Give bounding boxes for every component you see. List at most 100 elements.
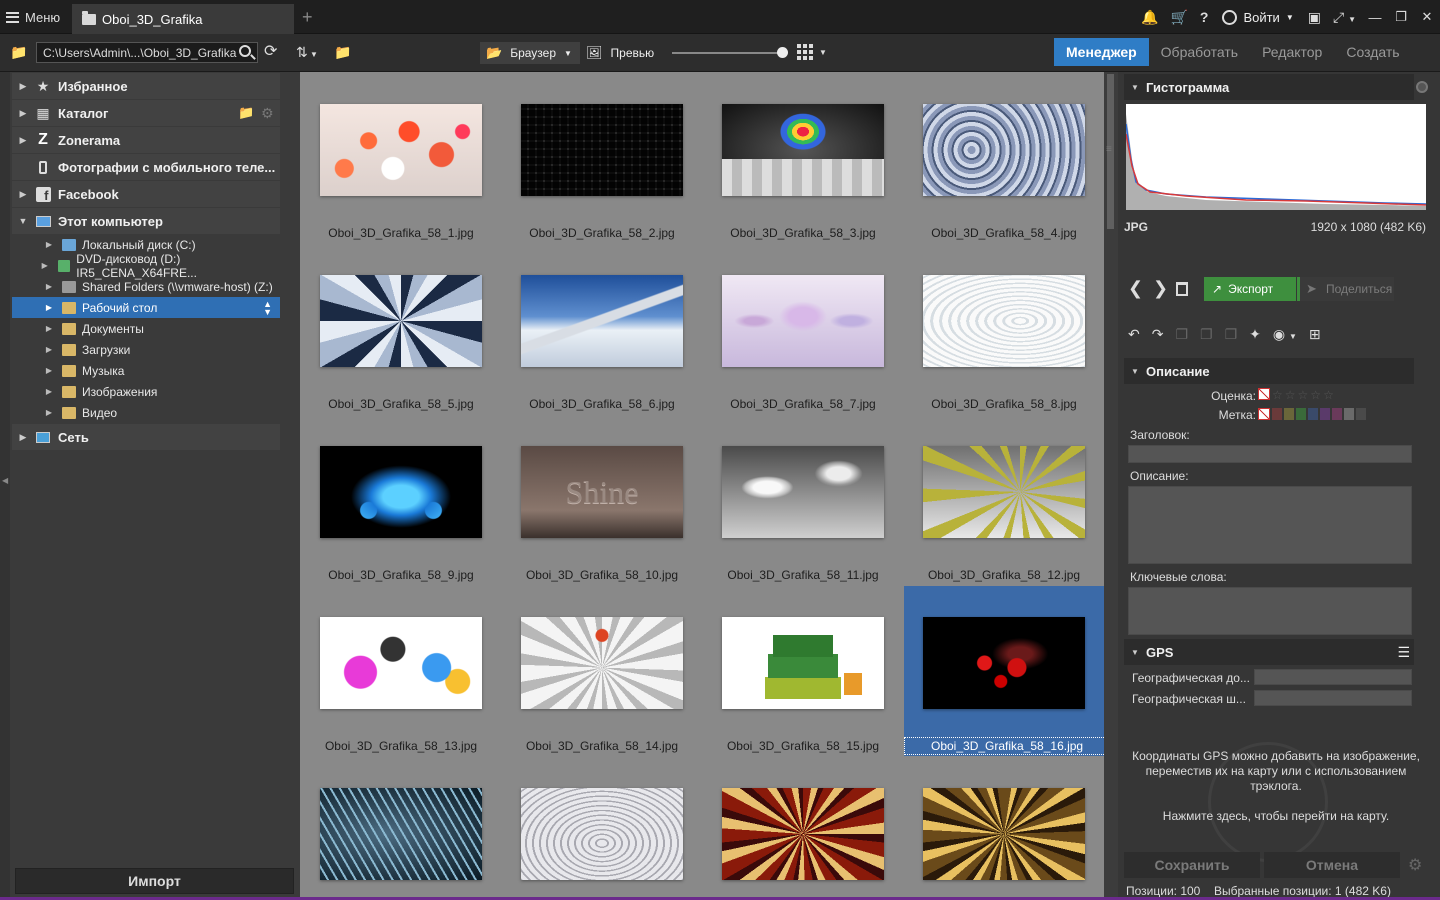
- thumbnail-image[interactable]: [923, 446, 1085, 538]
- thumbnail-item[interactable]: Oboi_3D_Grafika_58_1.jpg: [301, 88, 501, 259]
- expand-arrow-icon[interactable]: ▶: [12, 324, 62, 333]
- previous-icon[interactable]: ❮: [1128, 278, 1143, 299]
- tab-editor[interactable]: Редактор: [1250, 38, 1334, 66]
- sidebar-item-network[interactable]: ▶ Сеть: [12, 424, 280, 450]
- copy-icon[interactable]: ❐: [1175, 326, 1188, 346]
- thumbnail-size-slider[interactable]: [672, 52, 784, 54]
- tree-item-shared-folders[interactable]: ▶ Shared Folders (\\vmware-host) (Z:): [12, 276, 280, 297]
- compare-icon[interactable]: ❐: [1200, 326, 1213, 346]
- star-icon[interactable]: ☆: [1285, 388, 1296, 402]
- crop-icon[interactable]: ❐: [1225, 326, 1238, 346]
- label-dark[interactable]: [1356, 408, 1366, 420]
- thumbnail-item[interactable]: [904, 772, 1104, 900]
- rating-stars[interactable]: ☆ ☆ ☆ ☆ ☆: [1258, 388, 1334, 402]
- label-purple[interactable]: [1320, 408, 1330, 420]
- thumbnail-item[interactable]: [703, 772, 903, 900]
- monitor-icon[interactable]: ▣: [1308, 9, 1321, 26]
- thumbnail-image[interactable]: [722, 104, 884, 196]
- thumbnail-image[interactable]: [923, 275, 1085, 367]
- cancel-button[interactable]: Отмена: [1264, 852, 1400, 878]
- tab-create[interactable]: Создать: [1334, 38, 1411, 66]
- label-green[interactable]: [1296, 408, 1306, 420]
- grid-scrollbar[interactable]: ≡: [1104, 72, 1118, 900]
- tree-item-documents[interactable]: ▶ Документы: [12, 318, 280, 339]
- tab-develop[interactable]: Обработать: [1149, 38, 1250, 66]
- thumbnail-image[interactable]: [722, 446, 884, 538]
- thumbnail-item[interactable]: Oboi_3D_Grafika_58_14.jpg: [502, 601, 702, 772]
- preview-button[interactable]: 🖼 Превью: [586, 42, 654, 64]
- save-button[interactable]: Сохранить: [1124, 852, 1260, 878]
- login-button[interactable]: Войти ▼: [1222, 9, 1294, 25]
- search-icon[interactable]: [239, 45, 251, 57]
- import-button[interactable]: Импорт: [15, 868, 294, 894]
- minimize-icon[interactable]: —: [1362, 10, 1388, 25]
- star-icon[interactable]: ☆: [1310, 388, 1321, 402]
- add-icon[interactable]: ⊞: [1309, 326, 1321, 346]
- description-header[interactable]: ▼ Описание: [1124, 358, 1414, 384]
- notification-bell-icon[interactable]: 🔔: [1141, 9, 1158, 26]
- fullscreen-icon[interactable]: ⤢ ▼: [1333, 9, 1356, 26]
- tree-item-downloads[interactable]: ▶ Загрузки: [12, 339, 280, 360]
- export-button[interactable]: ↗ Экспорт: [1204, 277, 1296, 301]
- label-gray[interactable]: [1344, 408, 1354, 420]
- thumbnail-item[interactable]: Oboi_3D_Grafika_58_8.jpg: [904, 259, 1104, 430]
- thumbnail-item[interactable]: Oboi_3D_Grafika_58_5.jpg: [301, 259, 501, 430]
- tree-item-dvd[interactable]: ▶ DVD-дисковод (D:) IR5_CENA_X64FRE...: [12, 252, 280, 280]
- tree-item-video[interactable]: ▶ Видео: [12, 402, 280, 423]
- expand-arrow-icon[interactable]: ▶: [12, 81, 34, 92]
- collapse-arrow-icon[interactable]: ▼: [12, 216, 34, 226]
- thumbnail-item[interactable]: Oboi_3D_Grafika_58_11.jpg: [703, 430, 903, 601]
- path-field[interactable]: C:\Users\Admin\...\Oboi_3D_Grafika: [36, 42, 258, 63]
- thumbnail-image[interactable]: [722, 275, 884, 367]
- thumbnail-image[interactable]: [521, 275, 683, 367]
- expand-arrow-icon[interactable]: ▶: [12, 366, 62, 375]
- slider-knob[interactable]: [777, 47, 788, 58]
- gps-map-link[interactable]: Нажмите здесь, чтобы перейти на карту.: [1126, 809, 1426, 823]
- title-input[interactable]: [1128, 445, 1412, 463]
- thumbnail-image[interactable]: [521, 617, 683, 709]
- thumbnail-image[interactable]: [320, 104, 482, 196]
- close-icon[interactable]: ✕: [1414, 9, 1440, 25]
- document-tab[interactable]: Oboi_3D_Grafika: [72, 4, 294, 34]
- thumbnail-image[interactable]: [320, 617, 482, 709]
- thumbnail-image[interactable]: [923, 617, 1085, 709]
- sidebar-item-mobile[interactable]: Фотографии с мобильного теле...: [12, 154, 280, 180]
- thumbnail-item[interactable]: Oboi_3D_Grafika_58_15.jpg: [703, 601, 903, 772]
- left-collapse-gutter[interactable]: ◀: [0, 72, 10, 900]
- expand-arrow-icon[interactable]: ▶: [12, 282, 62, 291]
- new-folder-icon[interactable]: 📁: [334, 44, 351, 61]
- tree-item-desktop[interactable]: ▶ Рабочий стол ▲ ▼: [12, 297, 280, 318]
- expand-arrow-icon[interactable]: ▶: [12, 135, 34, 146]
- gps-header[interactable]: ▼ GPS ☰: [1124, 639, 1414, 665]
- expand-arrow-icon[interactable]: ▶: [12, 240, 62, 249]
- rotate-right-icon[interactable]: ↷: [1152, 326, 1164, 346]
- expand-arrow-icon[interactable]: ▶: [12, 387, 62, 396]
- thumbnail-image[interactable]: Shine: [521, 446, 683, 538]
- effects-icon[interactable]: ◉ ▼: [1273, 326, 1297, 346]
- thumbnail-image[interactable]: [923, 104, 1085, 196]
- thumbnail-item[interactable]: Oboi_3D_Grafika_58_12.jpg: [904, 430, 1104, 601]
- thumbnail-item[interactable]: Oboi_3D_Grafika_58_13.jpg: [301, 601, 501, 772]
- histogram-mode-icon[interactable]: [1416, 81, 1428, 93]
- browser-dropdown[interactable]: 📂 Браузер ▼: [480, 42, 580, 64]
- label-pink[interactable]: [1332, 408, 1342, 420]
- refresh-icon[interactable]: ⟳: [264, 41, 277, 61]
- gear-icon[interactable]: ⚙: [1408, 855, 1422, 875]
- tab-manager[interactable]: Менеджер: [1054, 38, 1149, 66]
- thumbnail-item[interactable]: Oboi_3D_Grafika_58_9.jpg: [301, 430, 501, 601]
- thumbnail-item[interactable]: [301, 772, 501, 900]
- sidebar-item-this-pc[interactable]: ▼ Этот компьютер: [12, 208, 280, 234]
- gps-menu-icon[interactable]: ☰: [1397, 644, 1410, 661]
- help-icon[interactable]: ?: [1200, 9, 1209, 25]
- thumbnail-item-selected[interactable]: Oboi_3D_Grafika_58_16.jpg: [904, 586, 1104, 756]
- label-red[interactable]: [1272, 408, 1282, 420]
- menu-button[interactable]: Меню: [6, 8, 60, 26]
- next-icon[interactable]: ❯: [1153, 278, 1168, 299]
- thumbnail-item[interactable]: Shine Oboi_3D_Grafika_58_10.jpg: [502, 430, 702, 601]
- collapse-arrow-icon[interactable]: ▼: [1124, 83, 1146, 92]
- sidebar-item-zonerama[interactable]: ▶ Z Zonerama: [12, 127, 280, 153]
- collapse-arrow-icon[interactable]: ▼: [1124, 648, 1146, 657]
- gear-icon[interactable]: ⚙: [261, 105, 274, 122]
- label-blue[interactable]: [1308, 408, 1318, 420]
- expand-arrow-icon[interactable]: ▶: [12, 261, 58, 270]
